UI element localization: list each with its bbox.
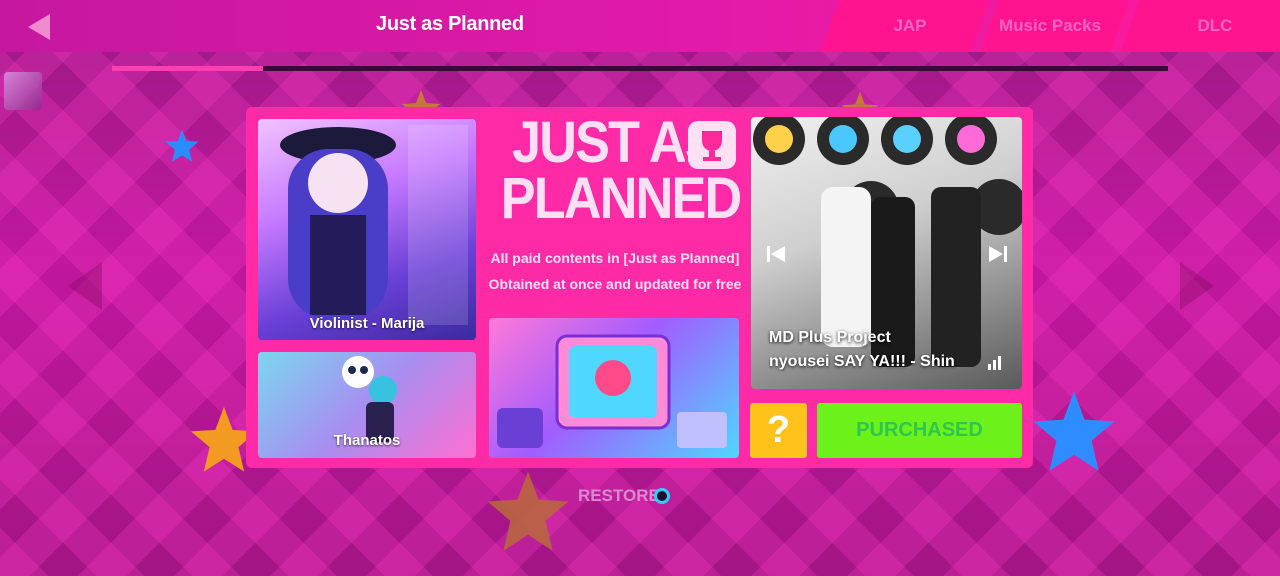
progress-fill <box>112 66 263 71</box>
next-pack-arrow-icon[interactable] <box>1180 262 1214 310</box>
pack-info: JUST AS PLANNED All paid contents in [Ju… <box>488 114 743 315</box>
help-button[interactable]: ? <box>750 403 807 458</box>
top-bar: Just as Planned JAP Music Packs DLC <box>0 0 1280 52</box>
bars-icon <box>988 356 1001 370</box>
song-pack-name: MD Plus Project <box>769 329 891 346</box>
song-title: nyousei SAY YA!!! - Shin <box>769 353 955 370</box>
pack-title-line2: PLANNED <box>500 166 743 231</box>
page-title: Just as Planned <box>376 13 524 35</box>
pack-panel: Violinist - Marija Thanatos JUST AS PLAN… <box>246 107 1033 468</box>
card-label-marija: Violinist - Marija <box>309 315 425 332</box>
card-violinist-marija[interactable]: Violinist - Marija <box>258 119 476 340</box>
avatar[interactable] <box>4 72 42 110</box>
purchased-button[interactable]: PURCHASED <box>817 403 1022 458</box>
restore-button[interactable]: RESTORE <box>578 486 660 506</box>
star-icon <box>1033 391 1115 471</box>
retro-tv-illustration <box>497 334 727 448</box>
tab-dlc[interactable]: DLC <box>1140 0 1280 52</box>
progress-bar <box>112 66 1168 71</box>
tab-music-packs[interactable]: Music Packs <box>980 0 1120 52</box>
card-thanatos[interactable]: Thanatos <box>258 352 476 458</box>
trophy-icon <box>688 121 736 169</box>
pack-cover-art <box>489 318 739 458</box>
song-cover-illustration <box>753 117 1022 367</box>
star-icon <box>165 129 199 162</box>
song-preview[interactable]: MD Plus Project nyousei SAY YA!!! - Shin <box>751 117 1022 389</box>
card-label-thanatos: Thanatos <box>333 432 401 449</box>
back-arrow-icon <box>28 14 50 40</box>
tab-jap[interactable]: JAP <box>850 0 970 52</box>
next-icon[interactable] <box>987 243 1009 265</box>
pack-description-line1: All paid contents in [Just as Planned] <box>490 250 740 266</box>
marija-illustration <box>280 125 468 325</box>
back-button[interactable] <box>24 12 54 42</box>
pack-description-line2: Obtained at once and updated for free <box>488 276 742 292</box>
previous-pack-arrow-icon[interactable] <box>68 262 102 310</box>
tab-bar: JAP Music Packs DLC <box>820 0 1280 52</box>
restore-indicator-icon <box>654 488 670 504</box>
previous-icon[interactable] <box>765 243 787 265</box>
star-icon <box>487 471 569 551</box>
